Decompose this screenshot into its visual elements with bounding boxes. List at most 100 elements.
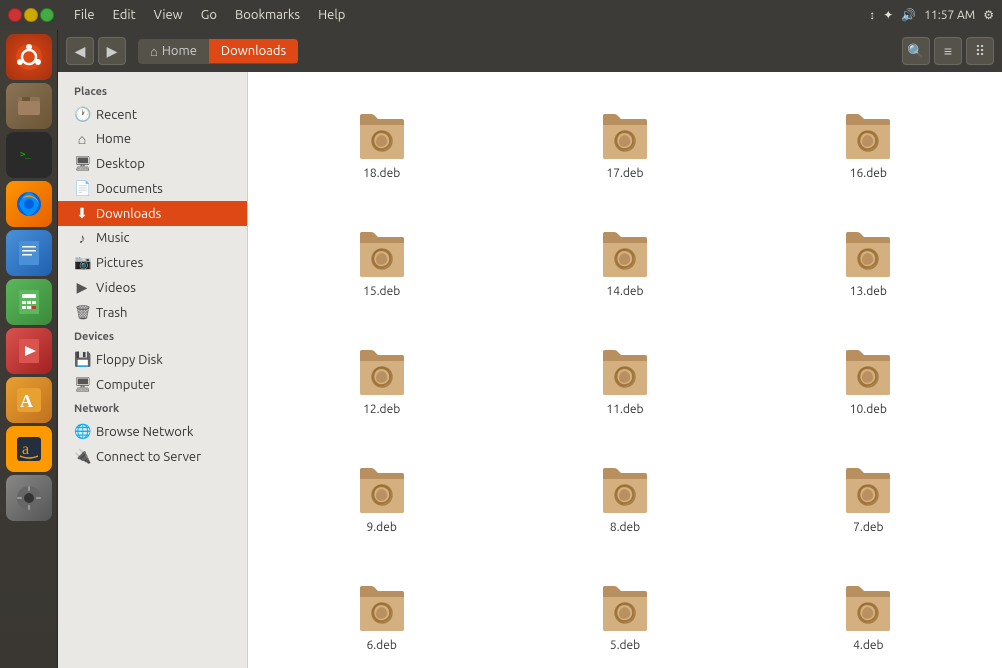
menu-edit[interactable]: Edit (105, 6, 144, 24)
file-item[interactable]: 12.deb (264, 324, 499, 434)
file-item[interactable]: 8.deb (507, 442, 742, 552)
connect-server-icon: 🔌 (74, 448, 90, 465)
file-label: 14.deb (606, 285, 643, 298)
dock-font-button[interactable]: A (6, 377, 52, 423)
deb-file-icon (599, 343, 651, 399)
home-icon: ⌂ (150, 44, 158, 59)
sidebar-item-documents[interactable]: 📄 Documents (58, 176, 247, 201)
file-item[interactable]: 15.deb (264, 206, 499, 316)
menu-file[interactable]: File (66, 6, 103, 24)
file-item[interactable]: 9.deb (264, 442, 499, 552)
file-label: 8.deb (610, 521, 640, 534)
content-area: Places 🕐 Recent ⌂ Home 🖥 Desktop 📄 Docum… (58, 72, 1002, 668)
dock-ubuntu-button[interactable] (6, 34, 52, 80)
file-item[interactable]: 7.deb (751, 442, 986, 552)
file-label: 4.deb (853, 639, 883, 652)
dock-files-button[interactable] (6, 83, 52, 129)
dock-terminal-button[interactable]: >_ (6, 132, 52, 178)
browse-network-icon: 🌐 (74, 423, 90, 440)
file-item[interactable]: 17.deb (507, 88, 742, 198)
file-item[interactable]: 14.deb (507, 206, 742, 316)
dock-calc-button[interactable] (6, 279, 52, 325)
sidebar-item-connect-server[interactable]: 🔌 Connect to Server (58, 444, 247, 469)
pictures-icon: 📷 (74, 254, 90, 271)
sidebar-item-desktop[interactable]: 🖥 Desktop (58, 151, 247, 176)
menu-items: File Edit View Go Bookmarks Help (66, 6, 353, 24)
maximize-button[interactable] (40, 8, 54, 22)
file-item[interactable]: 18.deb (264, 88, 499, 198)
sidebar-item-music[interactable]: ♪ Music (58, 226, 247, 250)
deb-file-icon (356, 579, 408, 635)
file-item[interactable]: 6.deb (264, 560, 499, 668)
breadcrumb-home[interactable]: ⌂ Home (138, 39, 209, 64)
grid-view-button[interactable]: ⠿ (966, 37, 994, 65)
close-button[interactable] (8, 8, 22, 22)
sort-icon: ↕ (869, 8, 875, 22)
sidebar-item-pictures[interactable]: 📷 Pictures (58, 250, 247, 275)
recent-icon: 🕐 (74, 106, 90, 123)
settings-tray-icon[interactable]: ⚙ (983, 8, 994, 22)
sidebar-item-trash[interactable]: 🗑 Trash (58, 300, 247, 325)
menu-go[interactable]: Go (193, 6, 225, 24)
file-label: 18.deb (363, 167, 400, 180)
sidebar-item-home[interactable]: ⌂ Home (58, 127, 247, 151)
minimize-button[interactable] (24, 8, 38, 22)
downloads-icon: ⬇ (74, 205, 90, 222)
breadcrumb-downloads[interactable]: Downloads (209, 39, 298, 63)
file-item[interactable]: 4.deb (751, 560, 986, 668)
dock-systemsettings-button[interactable] (6, 475, 52, 521)
file-label: 7.deb (853, 521, 883, 534)
sidebar-item-floppy[interactable]: 💾 Floppy Disk (58, 347, 247, 372)
file-label: 9.deb (366, 521, 396, 534)
file-item[interactable]: 13.deb (751, 206, 986, 316)
file-manager-window: ◀ ▶ ⌂ Home Downloads 🔍 ≡ ⠿ Places 🕐 Rece… (58, 30, 1002, 668)
clock: 11:57 AM (924, 9, 975, 22)
deb-file-icon (842, 461, 894, 517)
sidebar-item-downloads-label: Downloads (96, 207, 161, 221)
sidebar-item-recent[interactable]: 🕐 Recent (58, 102, 247, 127)
dock-impress-button[interactable] (6, 328, 52, 374)
music-icon: ♪ (74, 230, 90, 246)
dock-firefox-button[interactable] (6, 181, 52, 227)
desktop-icon: 🖥 (74, 155, 90, 172)
sidebar-item-music-label: Music (96, 231, 130, 245)
breadcrumb-downloads-label: Downloads (221, 44, 286, 58)
file-item[interactable]: 16.deb (751, 88, 986, 198)
sidebar-item-browse-network[interactable]: 🌐 Browse Network (58, 419, 247, 444)
dock-writer-button[interactable] (6, 230, 52, 276)
trash-icon: 🗑 (74, 304, 90, 321)
menu-view[interactable]: View (146, 6, 191, 24)
file-item[interactable]: 11.deb (507, 324, 742, 434)
breadcrumb-home-label: Home (162, 44, 197, 58)
deb-file-icon (842, 343, 894, 399)
toolbar: ◀ ▶ ⌂ Home Downloads 🔍 ≡ ⠿ (58, 30, 1002, 72)
deb-file-icon (356, 107, 408, 163)
system-tray: ↕ ✦ 🔊 11:57 AM ⚙ (869, 8, 994, 22)
file-label: 15.deb (363, 285, 400, 298)
svg-text:a: a (22, 441, 29, 458)
sidebar-item-computer[interactable]: 🖥 Computer (58, 372, 247, 397)
back-button[interactable]: ◀ (66, 37, 94, 65)
search-button[interactable]: 🔍 (902, 37, 930, 65)
dock-amazon-button[interactable]: a (6, 426, 52, 472)
deb-file-icon (842, 579, 894, 635)
sidebar-item-downloads[interactable]: ⬇ Downloads (58, 201, 247, 226)
list-view-button[interactable]: ≡ (934, 37, 962, 65)
sidebar-item-connect-server-label: Connect to Server (96, 450, 201, 464)
bluetooth-icon: ✦ (883, 8, 893, 22)
deb-file-icon (356, 461, 408, 517)
breadcrumb: ⌂ Home Downloads (138, 39, 298, 64)
network-section-title: Network (58, 397, 247, 419)
deb-file-icon (599, 225, 651, 281)
file-item[interactable]: 10.deb (751, 324, 986, 434)
sidebar-item-videos[interactable]: ▶ Videos (58, 275, 247, 300)
menu-bookmarks[interactable]: Bookmarks (227, 6, 308, 24)
menu-help[interactable]: Help (310, 6, 353, 24)
file-item[interactable]: 5.deb (507, 560, 742, 668)
file-label: 12.deb (363, 403, 400, 416)
menubar: File Edit View Go Bookmarks Help ↕ ✦ 🔊 1… (0, 0, 1002, 30)
forward-button[interactable]: ▶ (98, 37, 126, 65)
file-label: 13.deb (850, 285, 887, 298)
svg-text:>_: >_ (20, 150, 31, 160)
sidebar-item-floppy-label: Floppy Disk (96, 353, 163, 367)
